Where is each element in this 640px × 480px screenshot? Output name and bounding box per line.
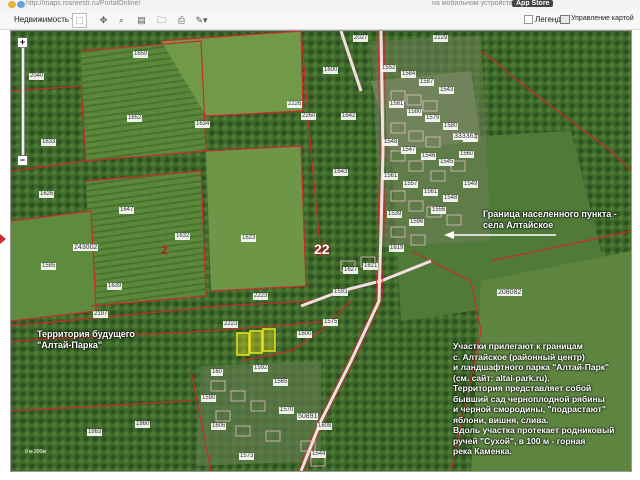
url-text[interactable]: http://maps.rosreestr.ru/PortalOnline/ [26, 0, 140, 7]
parcel-label[interactable]: 1647 [119, 207, 135, 214]
quarter-number-label: 22 [314, 241, 330, 257]
map-view[interactable]: + − 2040 1650 1652 1634 1633 1626 1647 1… [10, 30, 632, 472]
area-label[interactable]: 243002 [73, 244, 99, 251]
parcel-label[interactable]: 2197 [93, 311, 109, 318]
mobile-device-text[interactable]: на мобильном устройстве [432, 0, 517, 7]
select-tool-icon[interactable]: ⬚ [72, 13, 87, 28]
parcel-label[interactable]: 1565 [273, 379, 289, 386]
parcel-label[interactable]: 1547 [401, 147, 417, 154]
parcel-label[interactable]: 1546 [421, 153, 437, 160]
parcel-label[interactable]: 1543 [439, 87, 455, 94]
parcel-label[interactable]: 1561 [423, 189, 439, 196]
parcel-label[interactable]: 1860 [135, 421, 151, 428]
parcel-label[interactable]: 1573 [239, 453, 255, 460]
parcel-label[interactable]: 1549 [463, 181, 479, 188]
folder-tool-icon[interactable]: 🗀 [154, 13, 169, 28]
parcel-label[interactable]: 1587 [419, 79, 435, 86]
parcel-label[interactable]: 1581 [389, 101, 405, 108]
parcel-label[interactable]: 1552 [381, 65, 397, 72]
layers-tool-icon[interactable]: ▤ [134, 13, 149, 28]
parcel-label[interactable]: 1863 [87, 429, 103, 436]
parcel-label[interactable]: 1600 [323, 67, 339, 74]
identify-tool-icon[interactable]: ✥ [96, 13, 111, 28]
parcel-label[interactable]: 2226 [287, 101, 303, 108]
map-control-label[interactable]: Управление картой [571, 15, 634, 22]
parcel-label[interactable]: 2027 [353, 35, 369, 42]
parcel-label[interactable]: 1579 [425, 115, 441, 122]
parcel-label[interactable]: 1619 [389, 245, 405, 252]
parcel-label[interactable]: 1626 [39, 191, 55, 198]
browser-icon [8, 1, 16, 8]
parcel-label[interactable]: 1627 [343, 267, 359, 274]
parcel-label[interactable]: 2223 [253, 293, 269, 300]
scale-bar: 0 м 200м [25, 449, 46, 455]
parcel-label[interactable]: 1585 [41, 263, 57, 270]
parcel-label[interactable]: 1634 [195, 121, 211, 128]
zoom-slider[interactable] [21, 47, 25, 159]
district-number-label: 2 [161, 243, 168, 257]
parcel-label[interactable]: 1548 [443, 195, 459, 202]
parcel-label[interactable]: 1596 [409, 219, 425, 226]
map-toolbar: Недвижимость ▾ ⬚ ✥ ⌕ ▤ 🗀 ⎙ ✎▾ Легенда Уп… [0, 10, 640, 30]
parcel-label[interactable]: 1592 [253, 365, 269, 372]
parcel-label[interactable]: 1600 [297, 331, 313, 338]
area-label[interactable]: 208082 [497, 289, 523, 296]
parcel-label[interactable]: 1590 [201, 395, 217, 402]
parcel-label[interactable]: 1570 [279, 407, 295, 414]
map-control-icon[interactable] [560, 15, 570, 24]
parcel-label[interactable]: 1580 [443, 123, 459, 130]
zoom-out-button[interactable]: − [17, 155, 28, 166]
parcel-label[interactable]: 1560 [459, 151, 475, 158]
parcel-label[interactable]: 1633 [41, 139, 57, 146]
parcel-label[interactable]: 2223 [223, 321, 239, 328]
parcel-label[interactable]: 1639 [107, 283, 123, 290]
parcel-label[interactable]: 1584 [401, 71, 417, 78]
parcel-label[interactable]: 1539 [387, 211, 403, 218]
measure-tool-icon[interactable]: ✎▾ [194, 13, 209, 28]
parcel-label[interactable]: 2260 [301, 113, 317, 120]
property-dropdown[interactable]: Недвижимость ▾ [14, 15, 75, 24]
parcel-label[interactable]: 2040 [29, 73, 45, 80]
parcel-label[interactable]: 1575 [323, 319, 339, 326]
parcel-label[interactable]: 1544 [311, 451, 327, 458]
parcel-label[interactable]: 1608 [317, 423, 333, 430]
panel-toggle-arrow[interactable] [0, 234, 6, 244]
area-label[interactable]: 50891 [297, 413, 319, 420]
parcel-label[interactable]: 2229 [433, 35, 449, 42]
village-border-annotation: Граница населенного пункта - села Алтайс… [483, 209, 617, 230]
parcel-label[interactable]: 1632 [175, 233, 191, 240]
parcel-label[interactable]: 1580 [407, 109, 423, 116]
parcel-label[interactable]: 1606 [211, 423, 227, 430]
parcel-label[interactable]: 1642 [341, 113, 357, 120]
legend-checkbox[interactable] [524, 15, 533, 24]
parcel-label[interactable]: 1623 [241, 235, 257, 242]
print-tool-icon[interactable]: ⎙ [174, 13, 189, 28]
parcel-label[interactable]: 1557 [403, 181, 419, 188]
parcel-label[interactable]: 160 [211, 369, 224, 376]
plot-description-annotation: Участки прилегают к границам с. Алтайско… [453, 341, 615, 456]
parcel-label[interactable]: 1593 [333, 289, 349, 296]
altai-park-annotation: Территория будущего "Алтай-Парка" [37, 329, 135, 350]
parcel-label[interactable]: 1545 [439, 159, 455, 166]
parcel-label[interactable]: 1561 [383, 173, 399, 180]
search-tool-icon[interactable]: ⌕ [114, 13, 129, 28]
app-store-badge[interactable]: App Store [512, 0, 554, 7]
parcel-label[interactable]: 1621 [363, 263, 379, 270]
parcel-label[interactable]: 1556 [431, 207, 447, 214]
parcel-label[interactable]: 1650 [133, 51, 149, 58]
browser-icon-2 [17, 1, 25, 8]
parcel-label[interactable]: 1652 [127, 115, 143, 122]
parcel-label[interactable]: 1643 [333, 169, 349, 176]
parcel-label[interactable]: 1548 [383, 139, 399, 146]
area-label[interactable]: 33336 [453, 133, 475, 140]
zoom-control: + − [17, 37, 28, 167]
